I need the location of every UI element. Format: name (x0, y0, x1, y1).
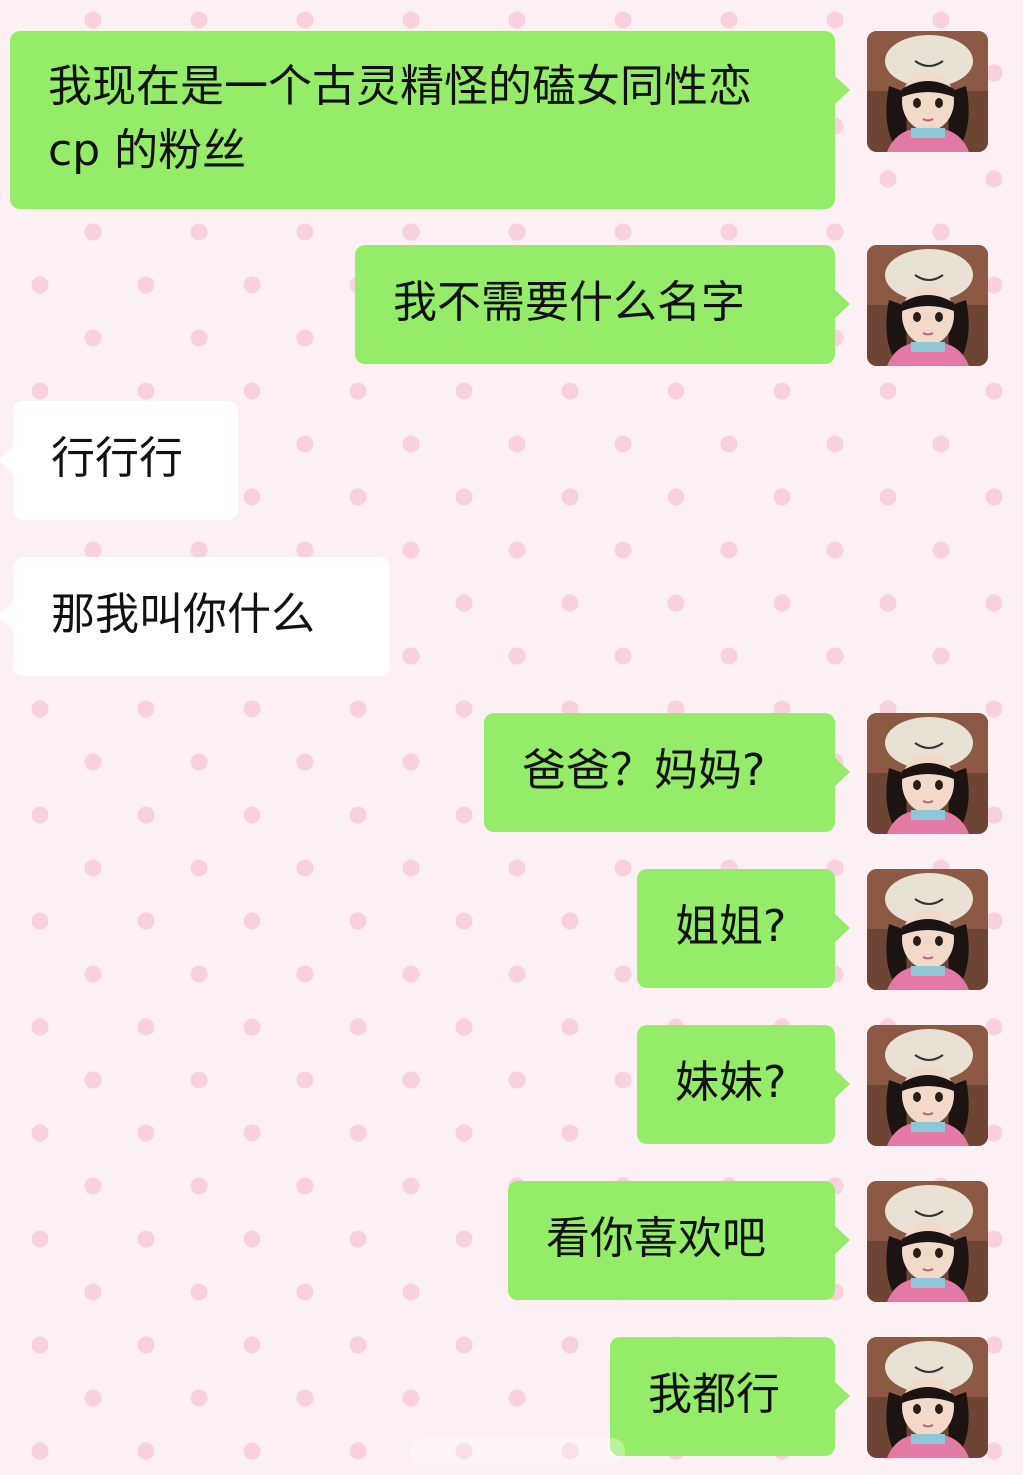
message-bubble-sent[interactable]: 我都行 (610, 1337, 850, 1456)
message-text: 那我叫你什么 (51, 589, 315, 640)
message-bubble-sent[interactable]: 我现在是一个古灵精怪的磕女同性恋 cp 的粉丝 (10, 31, 850, 209)
girl-with-beret-avatar-icon[interactable] (867, 1337, 988, 1458)
girl-with-beret-avatar-icon[interactable] (867, 31, 988, 152)
message-text: 我都行 (648, 1369, 780, 1420)
girl-with-beret-avatar-icon[interactable] (867, 1181, 988, 1302)
chat-thread: 我现在是一个古灵精怪的磕女同性恋 cp 的粉丝 我不需要什么名字 行行行 那我叫… (0, 0, 1023, 1475)
message-bubble-received[interactable]: 行行行 (0, 401, 238, 520)
girl-with-beret-avatar-icon[interactable] (867, 245, 988, 366)
message-text: 爸爸？妈妈? (522, 745, 766, 796)
girl-with-beret-avatar-icon[interactable] (867, 869, 988, 990)
message-text: 行行行 (51, 433, 183, 484)
message-text: 姐姐? (675, 901, 787, 952)
message-bubble-sent[interactable]: 看你喜欢吧 (508, 1181, 850, 1300)
watermark (410, 1438, 625, 1464)
message-bubble-sent[interactable]: 我不需要什么名字 (355, 245, 850, 364)
girl-with-beret-avatar-icon[interactable] (867, 1025, 988, 1146)
message-bubble-sent[interactable]: 姐姐? (637, 869, 850, 988)
message-bubble-sent[interactable]: 妹妹? (637, 1025, 850, 1144)
message-bubble-received[interactable]: 那我叫你什么 (0, 557, 390, 676)
message-text: 看你喜欢吧 (546, 1213, 766, 1264)
girl-with-beret-avatar-icon[interactable] (867, 713, 988, 834)
message-text: 我现在是一个古灵精怪的磕女同性恋 cp 的粉丝 (48, 61, 752, 176)
message-text: 妹妹? (675, 1057, 787, 1108)
message-bubble-sent[interactable]: 爸爸？妈妈? (484, 713, 850, 832)
message-text: 我不需要什么名字 (393, 277, 745, 328)
